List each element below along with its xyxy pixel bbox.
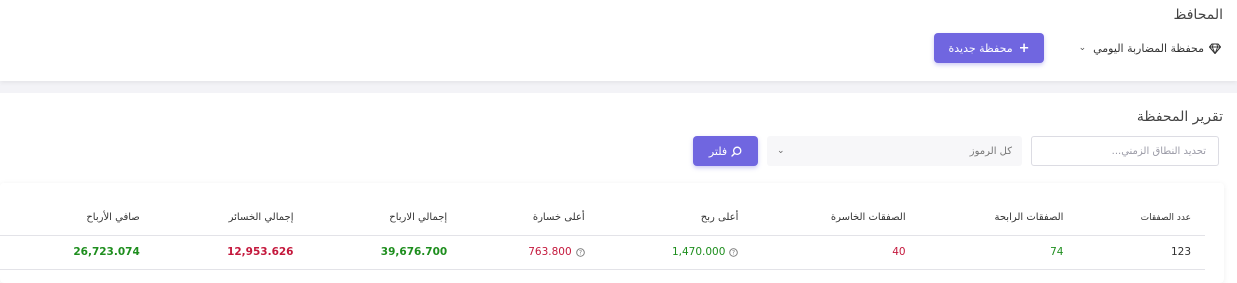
chevron-down-icon: ⌄	[777, 146, 785, 156]
header-trades-count: عدد الصفقات	[1077, 201, 1205, 236]
svg-text:?: ?	[732, 249, 735, 256]
symbols-select-value: كل الرموز	[969, 145, 1012, 157]
svg-text:?: ?	[579, 249, 582, 256]
gem-icon	[1209, 42, 1221, 54]
cell-net-profit: 26,723.074	[0, 235, 154, 270]
table-row: 123 74 40 ? 1,470.000 ? 763.800 39,676.7…	[0, 235, 1205, 270]
portfolio-report-section: تقرير المحفظة كل الرموز ⌄ فلتر عدد الصفق…	[0, 93, 1237, 283]
cell-trades-count: 123	[1077, 235, 1205, 270]
search-icon	[731, 146, 742, 157]
report-table-card: عدد الصفقات الصفقات الرابحة الصفقات الخا…	[0, 183, 1224, 283]
symbols-select[interactable]: كل الرموز ⌄	[767, 136, 1022, 166]
portfolio-name: محفظة المضاربة اليومي	[1093, 41, 1204, 55]
max-loss-value: 763.800	[528, 246, 572, 258]
max-profit-value: 1,470.000	[671, 246, 726, 258]
cell-total-loss: 12,953.626	[153, 235, 308, 270]
header-losing-trades: الصفقات الخاسرة	[752, 201, 920, 236]
info-icon[interactable]: ?	[575, 247, 585, 257]
report-title: تقرير المحفظة	[1136, 109, 1223, 125]
cell-total-profit: 39,676.700	[307, 235, 462, 270]
filter-button[interactable]: فلتر	[693, 136, 758, 166]
page-title: المحافظ	[1173, 7, 1223, 23]
chevron-down-icon: ⌄	[1078, 43, 1087, 53]
header-winning-trades: الصفقات الرابحة	[919, 201, 1078, 236]
cell-losing-trades: 40	[752, 235, 920, 270]
portfolio-selector[interactable]: محفظة المضاربة اليومي ⌄	[1079, 35, 1221, 61]
header-max-profit: أعلى ربح	[598, 201, 753, 236]
cell-max-loss: ? 763.800	[461, 235, 599, 270]
header-max-loss: أعلى خسارة	[461, 201, 599, 236]
filter-label: فلتر	[708, 144, 728, 158]
top-bar: المحافظ محفظة المضاربة اليومي ⌄ + محفظة …	[0, 0, 1237, 81]
cell-winning-trades: 74	[919, 235, 1078, 270]
cell-max-profit: ? 1,470.000	[598, 235, 753, 270]
table-header-row: عدد الصفقات الصفقات الرابحة الصفقات الخا…	[0, 201, 1205, 236]
new-portfolio-button[interactable]: + محفظة جديدة	[934, 33, 1044, 63]
plus-icon: +	[1018, 40, 1030, 56]
report-table: عدد الصفقات الصفقات الرابحة الصفقات الخا…	[0, 201, 1205, 270]
new-portfolio-label: محفظة جديدة	[948, 41, 1013, 55]
info-icon[interactable]: ?	[729, 247, 739, 257]
header-net-profit: صافي الأرباح	[0, 201, 154, 236]
date-range-input[interactable]	[1031, 136, 1219, 166]
header-total-profit: إجمالي الارباح	[307, 201, 462, 236]
header-total-loss: إجمالي الخسائر	[153, 201, 308, 236]
